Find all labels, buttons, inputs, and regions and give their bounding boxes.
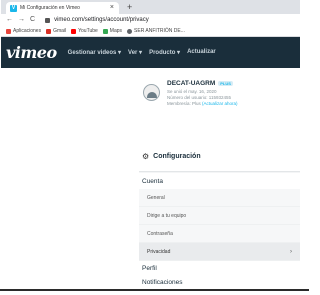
globe-icon — [127, 28, 133, 34]
gear-icon: ⚙ — [142, 151, 150, 161]
maps-icon — [102, 28, 108, 34]
settings-header: ⚙ Configuración — [139, 142, 300, 172]
tab-bar: V Mi Configuración en Vimeo × + — [1, 0, 300, 14]
sidebar-item-general[interactable]: General — [139, 189, 300, 207]
section-notifications[interactable]: Notificaciones — [139, 275, 300, 289]
bookmark-gmail[interactable]: Gmail — [46, 28, 66, 34]
plus-badge: PLUS — [218, 80, 233, 86]
settings-sidebar: ⚙ Configuración Cuenta General Dirige a … — [139, 142, 300, 289]
bookmarks-bar: Aplicaciones Gmail YouTube Maps SER ANFI… — [1, 26, 300, 37]
browser-window: V Mi Configuración en Vimeo × + ← → C vi… — [1, 0, 300, 289]
user-number: Número del usuario: 115932455 — [167, 95, 231, 100]
menu-manage-videos[interactable]: Gestionar videos ▾ — [68, 49, 121, 56]
user-silhouette-icon — [147, 92, 157, 98]
avatar[interactable] — [143, 84, 160, 101]
profile-summary: DECAT-UAGRM PLUS Se unió el may. 16, 2020… — [1, 68, 300, 132]
bookmark-maps[interactable]: Maps — [102, 28, 123, 34]
bookmark-youtube[interactable]: YouTube — [71, 28, 98, 34]
sidebar-item-team[interactable]: Dirige a tu equipo — [139, 207, 300, 225]
address-bar-row: ← → C vimeo.com/settings/account/privacy — [1, 14, 300, 26]
menu-product[interactable]: Producto ▾ — [149, 49, 180, 56]
tab-title: Mi Configuración en Vimeo — [20, 5, 80, 11]
joined-date: Se unió el may. 16, 2020 — [167, 89, 217, 94]
right-margin — [300, 0, 309, 295]
reload-icon[interactable]: C — [30, 14, 35, 26]
chevron-right-icon: › — [290, 249, 292, 255]
membership-text: Membresía: Plus — [167, 101, 201, 106]
bookmark-label: YouTube — [78, 28, 98, 34]
bookmark-label: Maps — [109, 28, 123, 34]
sidebar-item-label: Privacidad — [147, 248, 171, 255]
settings-title: Configuración — [153, 153, 201, 160]
bookmark-label: SER ANFITRIÓN DE... — [134, 28, 185, 34]
vimeo-favicon-icon: V — [10, 4, 17, 12]
forward-icon[interactable]: → — [18, 14, 25, 26]
section-profile[interactable]: Perfil — [139, 261, 300, 275]
new-tab-button[interactable]: + — [127, 2, 132, 12]
menu-watch[interactable]: Ver ▾ — [128, 49, 142, 56]
sidebar-item-password[interactable]: Contraseña — [139, 225, 300, 243]
upgrade-now-link[interactable]: (Actualizar ahora) — [202, 101, 238, 106]
url-field[interactable]: vimeo.com/settings/account/privacy — [54, 17, 149, 23]
menu-upgrade[interactable]: Actualizar — [187, 49, 216, 56]
apps-grid-icon — [6, 28, 11, 34]
username-text[interactable]: DECAT-UAGRM — [167, 80, 215, 87]
youtube-icon — [71, 28, 77, 34]
bookmark-apps[interactable]: Aplicaciones — [6, 28, 41, 34]
sidebar-item-privacy[interactable]: Privacidad › — [139, 243, 300, 261]
bookmark-label: Aplicaciones — [13, 28, 42, 34]
lock-icon — [45, 17, 51, 23]
close-tab-icon[interactable]: × — [110, 3, 114, 13]
bottom-divider — [0, 289, 309, 291]
membership-line: Membresía: Plus (Actualizar ahora) — [167, 101, 238, 106]
bookmark-anfitrion[interactable]: SER ANFITRIÓN DE... — [127, 28, 185, 34]
vimeo-header: vimeo Gestionar videos ▾ Ver ▾ Producto … — [1, 37, 300, 68]
vimeo-logo[interactable]: vimeo — [6, 43, 57, 62]
section-account[interactable]: Cuenta — [139, 173, 300, 189]
vimeo-main-menu: Gestionar videos ▾ Ver ▾ Producto ▾ Actu… — [68, 49, 223, 56]
tab-vimeo-settings[interactable]: V Mi Configuración en Vimeo × — [6, 2, 119, 14]
gmail-icon — [46, 28, 52, 34]
profile-username: DECAT-UAGRM PLUS — [167, 80, 233, 87]
back-icon[interactable]: ← — [6, 14, 13, 26]
bookmark-label: Gmail — [53, 28, 67, 34]
